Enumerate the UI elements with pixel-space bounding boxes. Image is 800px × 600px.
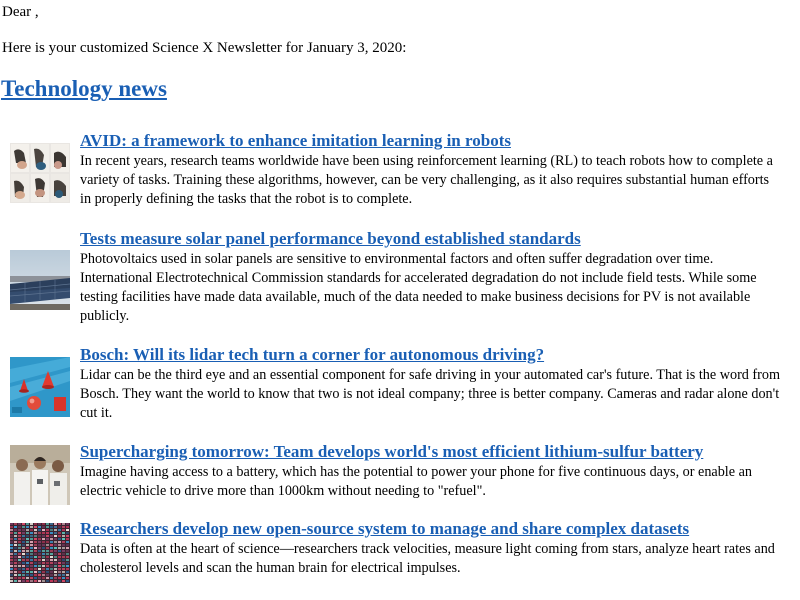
article-headline-link[interactable]: Tests measure solar panel performance be… bbox=[80, 229, 581, 249]
article-thumbnail-robot-hands[interactable] bbox=[10, 143, 70, 203]
lidar-image bbox=[10, 357, 70, 417]
article-summary: Imagine having access to a battery, whic… bbox=[80, 464, 752, 499]
article-headline-link[interactable]: Researchers develop new open-source syst… bbox=[80, 519, 689, 539]
article-summary: Photovoltaics used in solar panels are s… bbox=[80, 251, 757, 324]
section-title-link[interactable]: Technology news bbox=[1, 75, 167, 103]
article-headline-link[interactable]: Supercharging tomorrow: Team develops wo… bbox=[80, 442, 703, 462]
datasets-image bbox=[10, 523, 70, 583]
robot-hands-image bbox=[10, 143, 70, 203]
article-summary: Lidar can be the third eye and an essent… bbox=[80, 367, 781, 421]
newsletter-page: Dear , Here is your customized Science X… bbox=[0, 0, 800, 600]
article-thumbnail-datasets[interactable] bbox=[10, 523, 70, 583]
article-headline-link[interactable]: AVID: a framework to enhance imitation l… bbox=[80, 131, 511, 151]
intro-text: Here is your customized Science X Newsle… bbox=[2, 40, 407, 56]
article-thumbnail-battery-team[interactable] bbox=[10, 445, 70, 505]
article-headline-link[interactable]: Bosch: Will its lidar tech turn a corner… bbox=[80, 345, 544, 365]
solar-panels-image bbox=[10, 250, 70, 310]
battery-team-image bbox=[10, 445, 70, 505]
article-summary: In recent years, research teams worldwid… bbox=[80, 153, 773, 207]
article-summary: Data is often at the heart of science—re… bbox=[80, 541, 775, 576]
greeting-text: Dear , bbox=[2, 4, 39, 20]
article-thumbnail-solar-panels[interactable] bbox=[10, 250, 70, 310]
article-thumbnail-lidar[interactable] bbox=[10, 357, 70, 417]
